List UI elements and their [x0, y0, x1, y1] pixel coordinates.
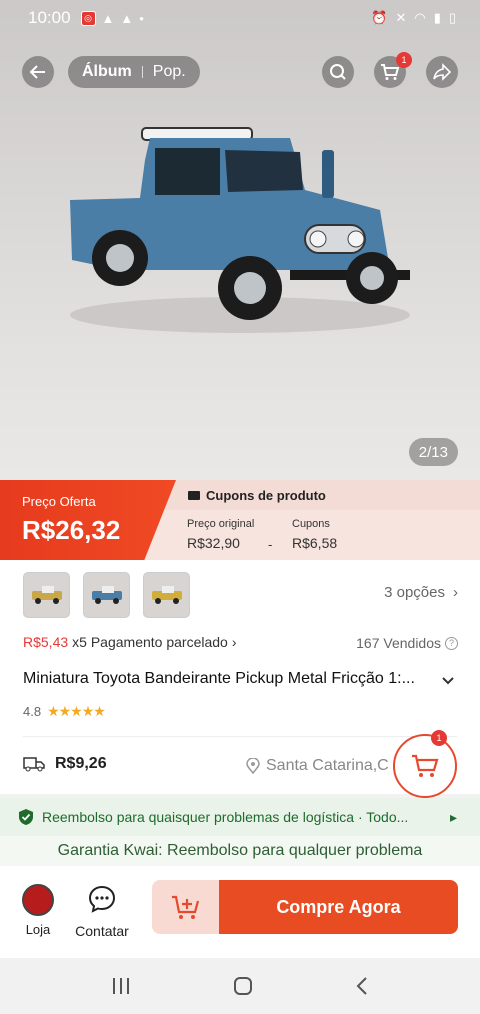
- original-price-value: R$32,90: [187, 535, 240, 551]
- truck-icon: [23, 757, 45, 772]
- home-icon[interactable]: [233, 976, 253, 996]
- chevron-down-icon[interactable]: [440, 672, 456, 688]
- coupon-value: R$6,58: [292, 535, 338, 551]
- search-icon: [330, 64, 346, 80]
- back-button[interactable]: [22, 56, 54, 88]
- chevron-right-icon: ›: [231, 634, 237, 650]
- price-section: Cupons de produto Preço Oferta R$26,32 P…: [0, 480, 480, 560]
- installment-info[interactable]: R$5,43 x5 Pagamento parcelado ›: [23, 634, 237, 650]
- back-nav-icon[interactable]: [355, 976, 369, 996]
- search-button[interactable]: [322, 56, 354, 88]
- rating: 4.8 ★★★★★: [23, 703, 106, 720]
- truck-yellow-icon: [31, 586, 62, 604]
- mute-icon: ✕: [395, 10, 407, 25]
- top-bar: Álbum Pop. 1: [22, 52, 458, 88]
- offer-price-label: Preço Oferta: [22, 494, 96, 509]
- caret-right-icon: ▸: [450, 808, 458, 825]
- variant-thumbnails: [23, 572, 190, 618]
- product-photo: [70, 127, 410, 333]
- image-counter: 2/13: [408, 438, 458, 466]
- truck-blue-icon: [91, 586, 122, 604]
- android-nav-bar: [0, 958, 480, 1014]
- help-icon[interactable]: ?: [445, 636, 458, 650]
- star-rating-icon: ★★★★★: [47, 703, 106, 719]
- cart-icon: [381, 64, 400, 80]
- truck-yellow-icon: [151, 586, 182, 604]
- status-bar: 10:00 ◎ ▲ ▲ • ⏰ ✕ ◠ ▮ ▯: [0, 0, 480, 36]
- warning-icon: ▲: [120, 10, 134, 26]
- cart-count-badge: 1: [431, 730, 447, 746]
- buy-now-button[interactable]: Compre Agora: [219, 880, 458, 934]
- chat-bubble-icon: [88, 885, 116, 913]
- coupons-title: Cupons de produto: [206, 487, 326, 503]
- chevron-right-icon: ›: [453, 584, 458, 601]
- wifi-icon: ◠: [414, 10, 426, 25]
- shop-avatar: [22, 884, 54, 916]
- shield-check-icon: [19, 809, 33, 825]
- cart-icon: [412, 754, 439, 777]
- shipping-info[interactable]: R$9,26: [23, 755, 107, 773]
- shipping-price: R$9,26: [55, 755, 107, 772]
- logistics-refund-banner[interactable]: Reembolso para quaisquer problemas de lo…: [0, 798, 480, 836]
- alarm-icon: ⏰: [371, 10, 388, 25]
- ship-from-location: Santa Catarina,C: [246, 757, 396, 775]
- arrow-left-icon: [29, 65, 45, 79]
- sold-count: 167 Vendidos ?: [356, 635, 458, 651]
- cart-plus-icon: [171, 895, 199, 919]
- clock: 10:00: [28, 8, 71, 27]
- shop-button[interactable]: Loja: [22, 884, 54, 937]
- coupons-header[interactable]: Cupons de produto: [150, 480, 480, 510]
- warning-icon: ▲: [101, 10, 115, 26]
- cart-button[interactable]: 1: [374, 52, 412, 88]
- ticket-icon: [188, 490, 200, 500]
- view-tabs: Álbum Pop.: [68, 56, 200, 88]
- options-label: 3 opções: [384, 584, 445, 601]
- original-price-label: Preço original: [187, 518, 255, 530]
- tab-album[interactable]: Álbum: [82, 63, 132, 81]
- location-text: Santa Catarina,C: [266, 757, 389, 774]
- sold-label: 167 Vendidos: [356, 635, 441, 651]
- rating-value: 4.8: [23, 704, 42, 719]
- bottom-action-bar: Loja Contatar Compre Agora: [0, 866, 480, 958]
- variant-thumbnail[interactable]: [23, 572, 70, 618]
- coupon-label: Cupons: [292, 518, 330, 530]
- installment-amount: R$5,43: [23, 634, 69, 650]
- installment-text: x5 Pagamento parcelado: [72, 634, 228, 650]
- location-pin-icon: [246, 758, 260, 774]
- cart-count-badge: 1: [396, 52, 412, 68]
- dot-icon: •: [139, 10, 144, 26]
- app-notification-icon: ◎: [80, 10, 96, 26]
- options-link[interactable]: 3 opções ›: [384, 584, 458, 601]
- floating-cart-button[interactable]: 1: [393, 730, 457, 798]
- contact-button[interactable]: Contatar: [74, 884, 130, 939]
- tab-divider: [141, 66, 143, 78]
- offer-price-value: R$26,32: [22, 515, 121, 545]
- offer-price-box: Preço Oferta R$26,32: [0, 480, 176, 560]
- coupon-discount: Cupons R$6,58: [292, 518, 337, 551]
- product-title: Miniatura Toyota Bandeirante Pickup Meta…: [23, 670, 415, 687]
- contact-label: Contatar: [75, 923, 129, 939]
- battery-icon: ▯: [448, 10, 456, 25]
- recent-apps-icon[interactable]: [111, 977, 131, 995]
- variant-thumbnail[interactable]: [83, 572, 130, 618]
- signal-icon: ▮: [433, 10, 441, 25]
- original-price: Preço original R$32,90: [187, 518, 254, 551]
- add-to-cart-button[interactable]: [152, 880, 219, 934]
- product-image-gallery[interactable]: Álbum Pop. 1 2/13: [0, 0, 480, 480]
- shop-label: Loja: [25, 922, 51, 937]
- price-separator: -: [268, 537, 273, 552]
- tab-pop[interactable]: Pop.: [153, 63, 186, 81]
- share-button[interactable]: [426, 56, 458, 88]
- variant-thumbnail[interactable]: [143, 572, 190, 618]
- share-icon: [433, 63, 451, 81]
- refund-text: Reembolso para quaisquer problemas de lo…: [42, 809, 409, 825]
- kwai-guarantee: Garantia Kwai: Reembolso para qualquer p…: [0, 836, 480, 866]
- divider: [23, 736, 457, 737]
